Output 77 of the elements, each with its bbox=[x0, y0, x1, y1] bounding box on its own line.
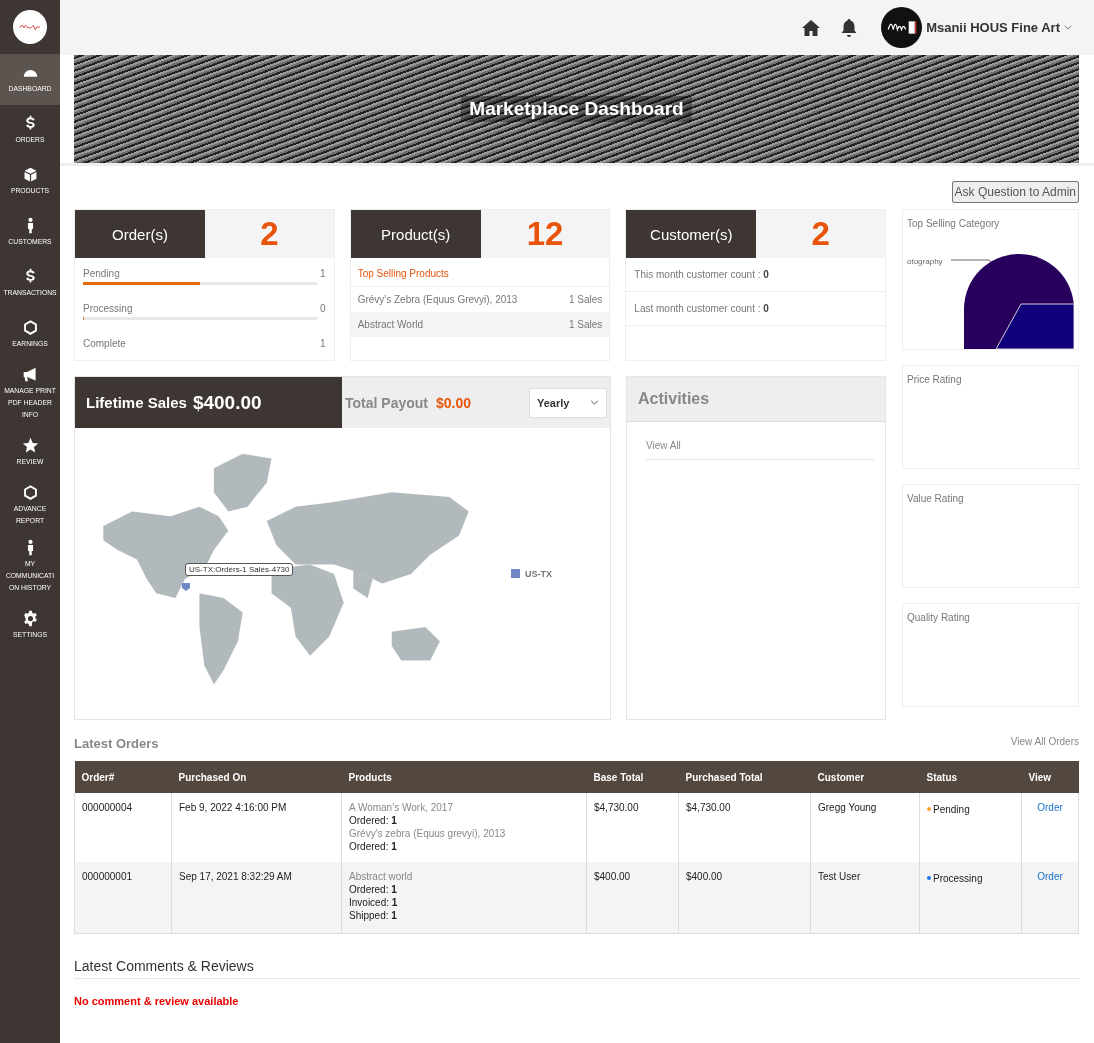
quantity-text: Shipped: 1 bbox=[349, 909, 398, 922]
empty-message: No comment & review available bbox=[74, 995, 240, 1007]
logo-icon[interactable] bbox=[13, 10, 47, 44]
status-label: Processing bbox=[83, 303, 133, 314]
column-header: View bbox=[1021, 761, 1079, 793]
table-cell: Sep 17, 2021 8:32:29 AM bbox=[171, 862, 342, 934]
orders-count: 2 bbox=[259, 214, 280, 254]
view-all-link[interactable]: View All bbox=[646, 440, 874, 460]
lifetime-sales-value: $400.00 bbox=[192, 391, 262, 414]
account-logo-icon[interactable] bbox=[881, 7, 923, 48]
map-tooltip: US-TX:Orders-1 Sales-4730 bbox=[185, 562, 294, 576]
sales-count: 1 Sales bbox=[568, 294, 603, 305]
lifetime-sales-label: Lifetime Sales bbox=[86, 394, 187, 411]
column-header: Products bbox=[341, 761, 587, 793]
status-count: 0 bbox=[320, 303, 326, 314]
total-payout-value: $0.00 bbox=[435, 394, 471, 411]
card-title: Customer(s) bbox=[626, 210, 757, 258]
order-link[interactable]: Order bbox=[1037, 802, 1063, 813]
panel-title: Top Selling Category bbox=[907, 218, 1001, 229]
quantity-text: Ordered: 1 bbox=[349, 883, 398, 896]
panel-title: Price Rating bbox=[907, 374, 963, 385]
customer-count-text: This month customer count : 0 bbox=[626, 258, 885, 292]
quantity-text: Invoiced: 1 bbox=[349, 896, 399, 909]
activities-title: Activities bbox=[627, 377, 885, 422]
map-marker-icon bbox=[181, 581, 191, 592]
section-title: Latest Orders bbox=[74, 736, 159, 751]
column-header: Status bbox=[919, 761, 1022, 793]
page-title: Marketplace Dashboard bbox=[461, 96, 692, 122]
order-link[interactable]: Order bbox=[1037, 871, 1063, 882]
column-header: Purchased On bbox=[171, 761, 342, 793]
table-cell: $400.00 bbox=[678, 862, 811, 934]
view-all-orders-link[interactable]: View All Orders bbox=[1010, 736, 1079, 747]
product-name: Grévy's zebra (Equus grevyi), 2013 bbox=[349, 827, 507, 840]
period-dropdown[interactable]: Yearly bbox=[529, 387, 607, 418]
status-label: Complete bbox=[83, 338, 126, 349]
status-count: 1 bbox=[320, 338, 326, 349]
product-name: Abstract World bbox=[357, 319, 424, 330]
settings-icon bbox=[21, 610, 39, 627]
table-cell: Test User bbox=[810, 862, 920, 934]
customer-count-text: Last month customer count : 0 bbox=[626, 292, 885, 326]
status-label: Pending bbox=[83, 268, 120, 279]
quantity-text: Ordered: 1 bbox=[349, 814, 398, 827]
caret-icon bbox=[1064, 25, 1072, 30]
customers-count: 2 bbox=[810, 214, 831, 254]
product-name: A Woman’s Work, 2017 bbox=[349, 801, 454, 814]
product-name: Abstract world bbox=[349, 870, 414, 883]
ask-question-button[interactable]: Ask Question to Admin bbox=[951, 181, 1079, 203]
panel-title: Value Rating bbox=[907, 493, 965, 504]
section-heading: Top Selling Products bbox=[350, 258, 610, 287]
column-header: Base Total bbox=[586, 761, 679, 793]
status-text: Pending bbox=[933, 802, 970, 816]
chevron-down-icon bbox=[590, 400, 599, 405]
star-icon bbox=[21, 437, 39, 454]
quantity-text: Ordered: 1 bbox=[349, 840, 398, 853]
section-title: Latest Comments & Reviews bbox=[74, 958, 1079, 979]
card-title: Order(s) bbox=[75, 210, 205, 258]
megaphone-icon bbox=[21, 366, 39, 383]
leader-line bbox=[951, 259, 991, 263]
status-count: 1 bbox=[320, 268, 326, 279]
hexagon-icon bbox=[21, 319, 39, 336]
column-header: Order# bbox=[74, 761, 172, 793]
hexagon-icon bbox=[21, 484, 39, 501]
table-cell: $400.00 bbox=[586, 862, 679, 934]
column-header: Purchased Total bbox=[678, 761, 811, 793]
legend-label: US-TX bbox=[525, 568, 552, 579]
panel-title: Quality Rating bbox=[907, 612, 971, 623]
table-cell: 000000001 bbox=[74, 862, 172, 934]
card-title: Product(s) bbox=[350, 210, 481, 258]
pie-label: otography bbox=[907, 257, 943, 266]
column-header: Customer bbox=[810, 761, 920, 793]
home-icon[interactable] bbox=[801, 17, 822, 38]
products-count: 12 bbox=[525, 214, 565, 254]
status-text: Processing bbox=[933, 871, 983, 885]
sales-count: 1 Sales bbox=[568, 319, 603, 330]
total-payout-label: Total Payout bbox=[345, 394, 428, 411]
account-menu[interactable]: Msanii HOUS Fine Art bbox=[926, 20, 1072, 35]
product-name: Grévy's Zebra (Equus Grevyi), 2013 bbox=[357, 294, 518, 305]
